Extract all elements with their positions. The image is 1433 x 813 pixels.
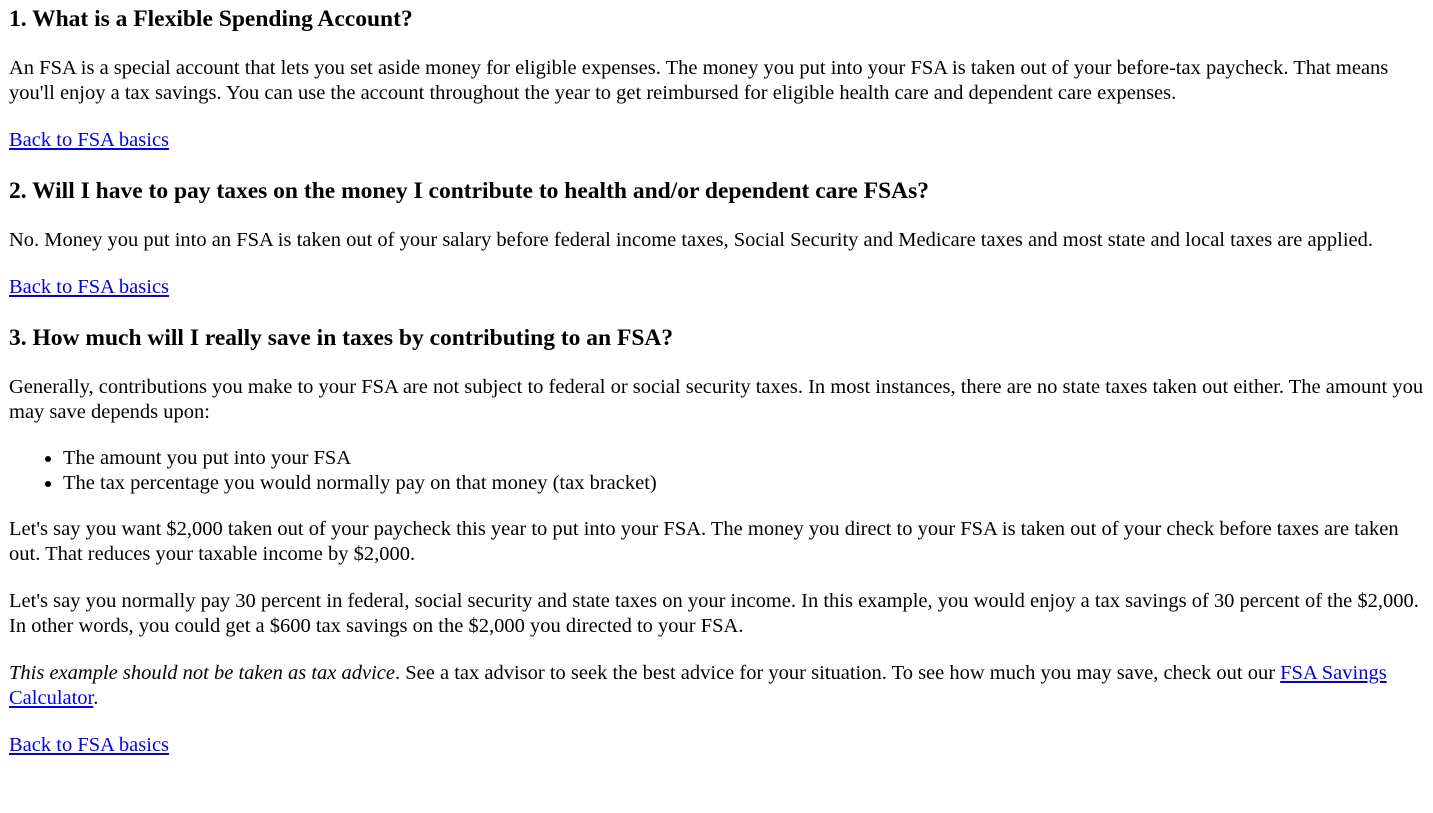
section-3-back-link[interactable]: Back to FSA basics — [9, 734, 169, 756]
section-3-paragraph-3: Let's say you normally pay 30 percent in… — [9, 590, 1419, 637]
section-1-back-link[interactable]: Back to FSA basics — [9, 129, 169, 151]
section-2-back-link[interactable]: Back to FSA basics — [9, 276, 169, 298]
disclaimer-text: . See a tax advisor to seek the best adv… — [395, 662, 1281, 684]
section-3-paragraph: Generally, contributions you make to you… — [9, 376, 1424, 423]
list-item: The tax percentage you would normally pa… — [63, 471, 1424, 496]
savings-factors-list: The amount you put into your FSA The tax… — [9, 446, 1424, 496]
section-2-title: 2. Will I have to pay taxes on the money… — [9, 178, 930, 204]
disclaimer-period: . — [93, 687, 99, 709]
section-1-title: 1. What is a Flexible Spending Account? — [9, 6, 413, 32]
section-3-paragraph-2: Let's say you want $2,000 taken out of y… — [9, 518, 1399, 565]
section-3-title: 3. How much will I really save in taxes … — [9, 325, 674, 351]
faq-page: 1. What is a Flexible Spending Account? … — [0, 0, 1433, 758]
section-2-paragraph: No. Money you put into an FSA is taken o… — [9, 229, 1373, 251]
section-1-paragraph: An FSA is a special account that lets yo… — [9, 57, 1389, 104]
disclaimer-italic: This example should not be taken as tax … — [9, 662, 395, 684]
list-item: The amount you put into your FSA — [63, 446, 1424, 471]
section-3-disclaimer: This example should not be taken as tax … — [9, 661, 1424, 711]
